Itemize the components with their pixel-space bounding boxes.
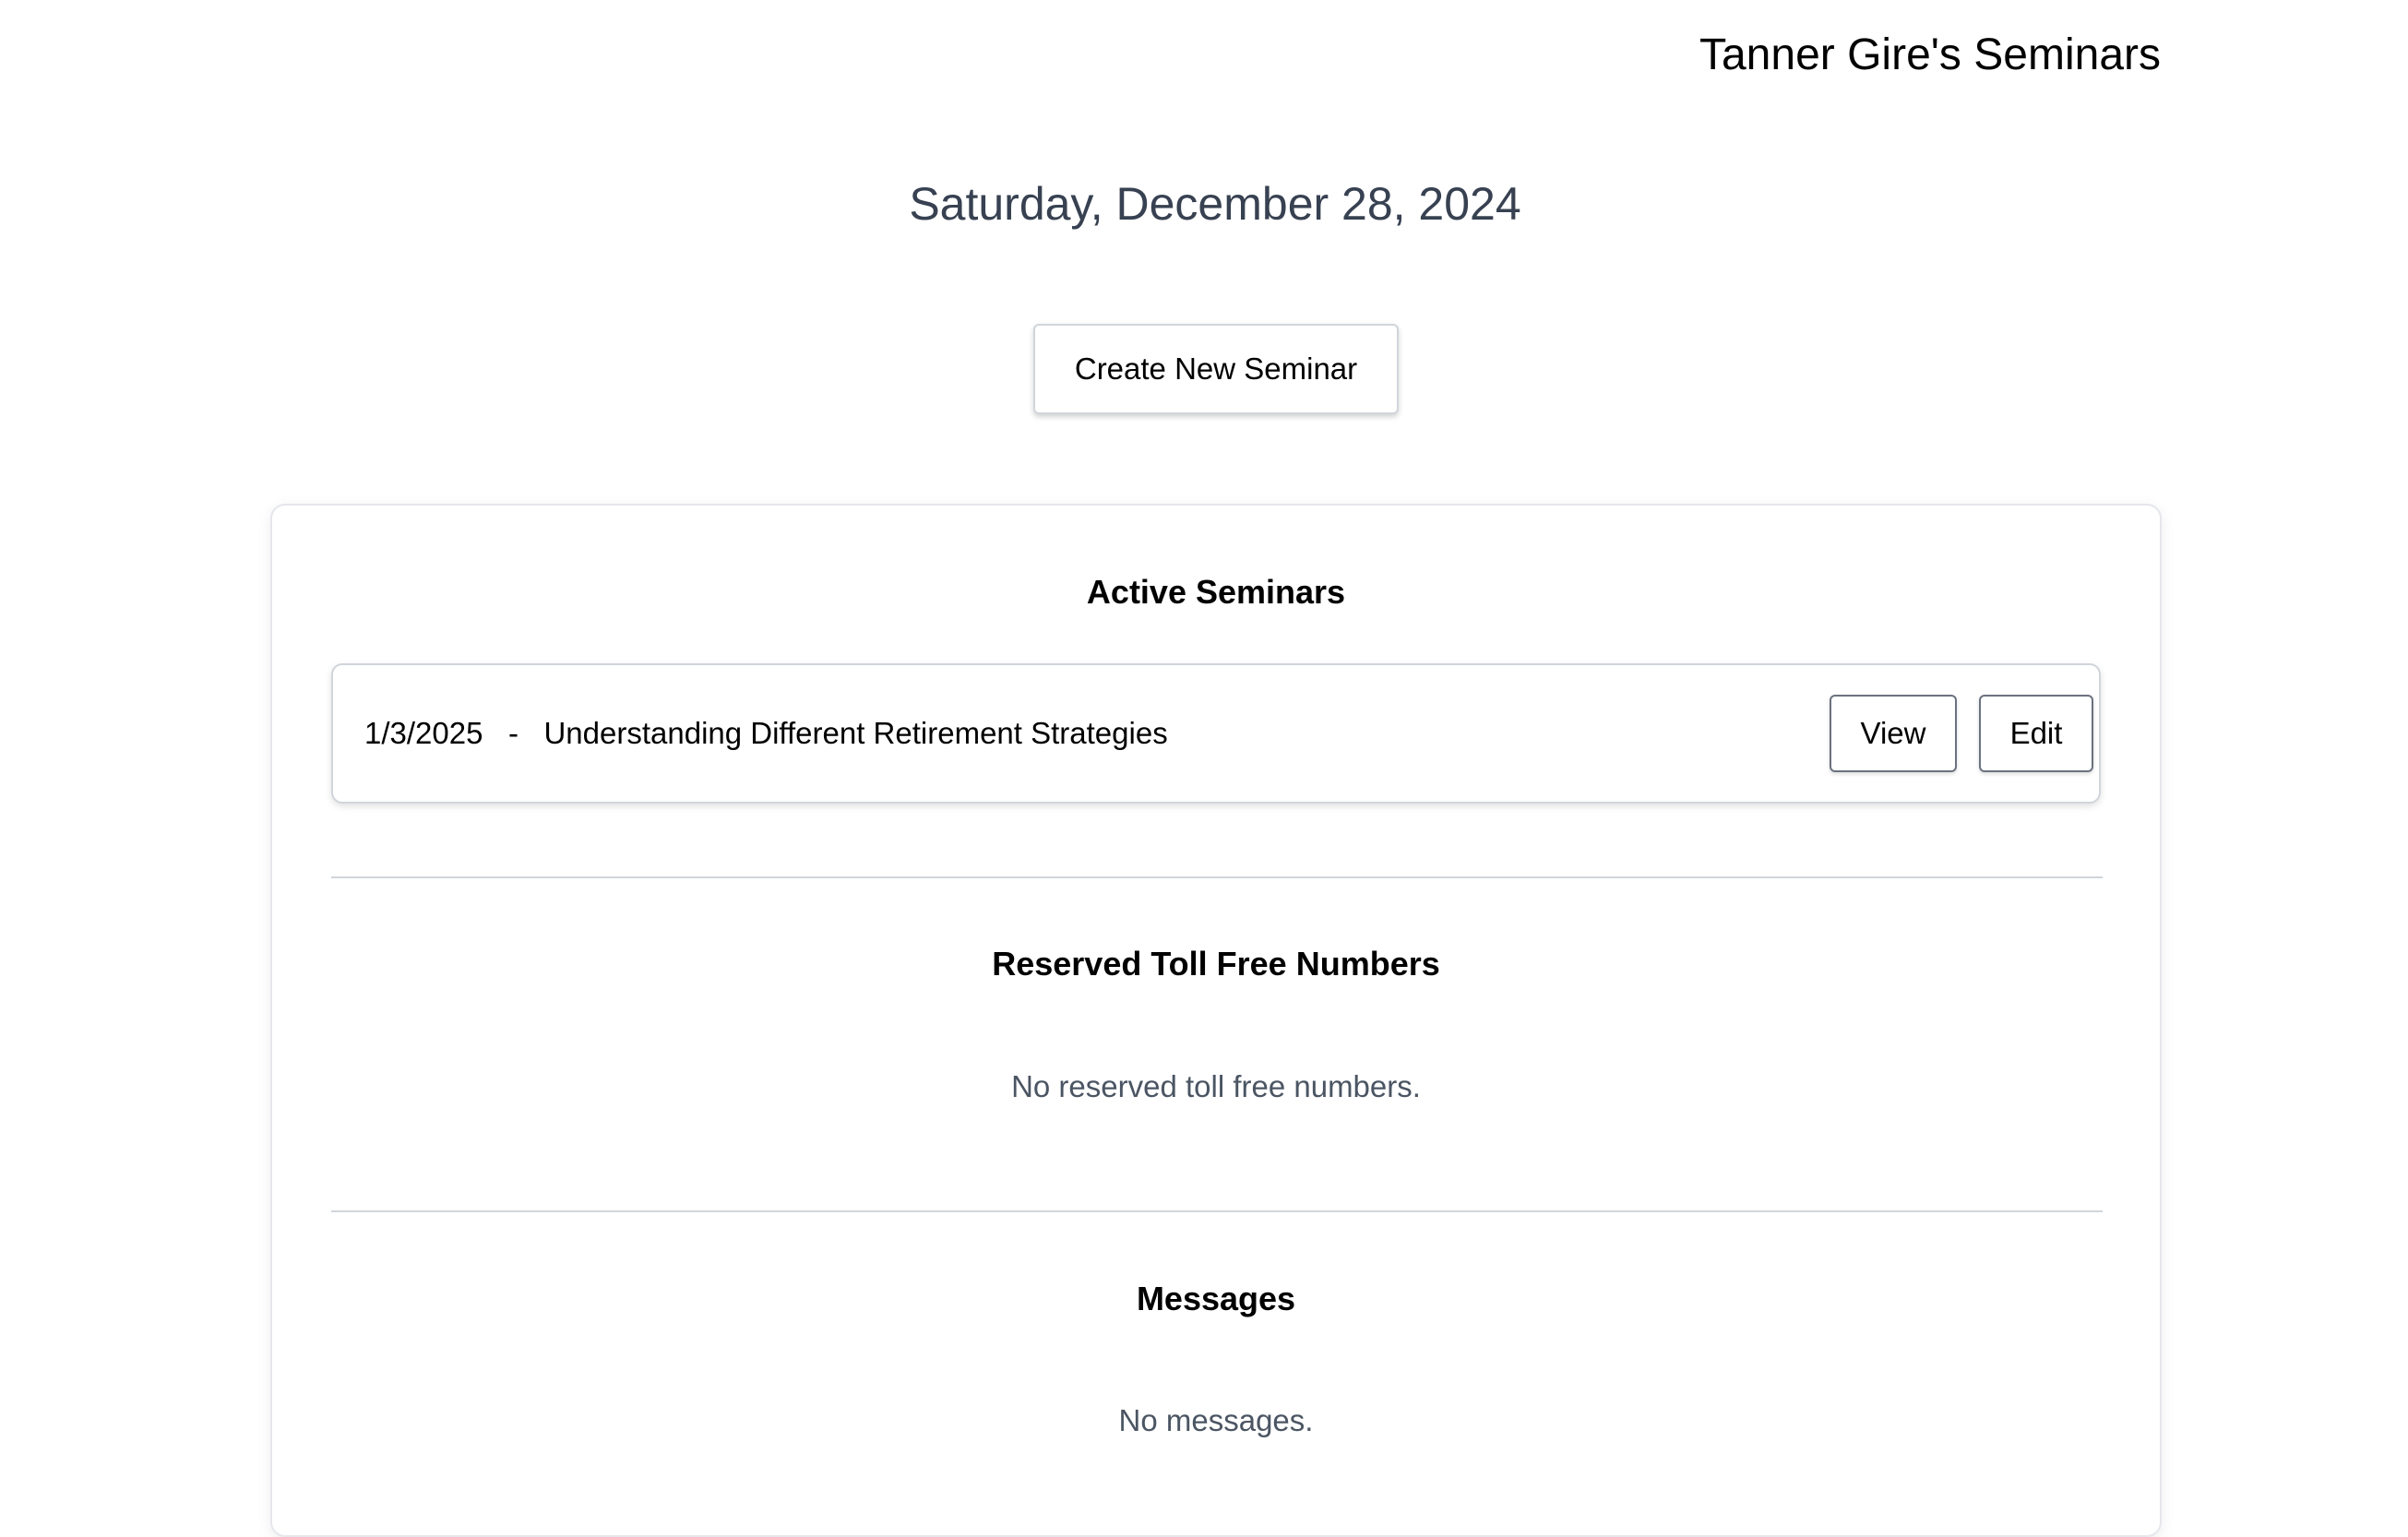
active-seminars-heading: Active Seminars — [1086, 573, 1346, 611]
view-seminar-button[interactable]: View — [1830, 695, 1957, 772]
seminar-list-item: 1/3/2025 - Understanding Different Retir… — [331, 663, 2101, 804]
current-date: Saturday, December 28, 2024 — [909, 178, 1521, 230]
section-divider — [331, 876, 2103, 878]
messages-empty-message: No messages. — [1118, 1403, 1314, 1437]
create-new-seminar-button[interactable]: Create New Seminar — [1033, 324, 1399, 414]
seminar-item-text: 1/3/2025 - Understanding Different Retir… — [364, 716, 1168, 750]
edit-seminar-button[interactable]: Edit — [1979, 695, 2093, 772]
messages-heading: Messages — [1136, 1280, 1296, 1317]
toll-free-numbers-heading: Reserved Toll Free Numbers — [992, 945, 1440, 983]
toll-free-empty-message: No reserved toll free numbers. — [1011, 1069, 1421, 1103]
section-divider — [331, 1210, 2103, 1212]
dashboard-card: Active Seminars 1/3/2025 - Understanding… — [270, 504, 2162, 1537]
page-header-title: Tanner Gire's Seminars — [1699, 30, 2161, 79]
